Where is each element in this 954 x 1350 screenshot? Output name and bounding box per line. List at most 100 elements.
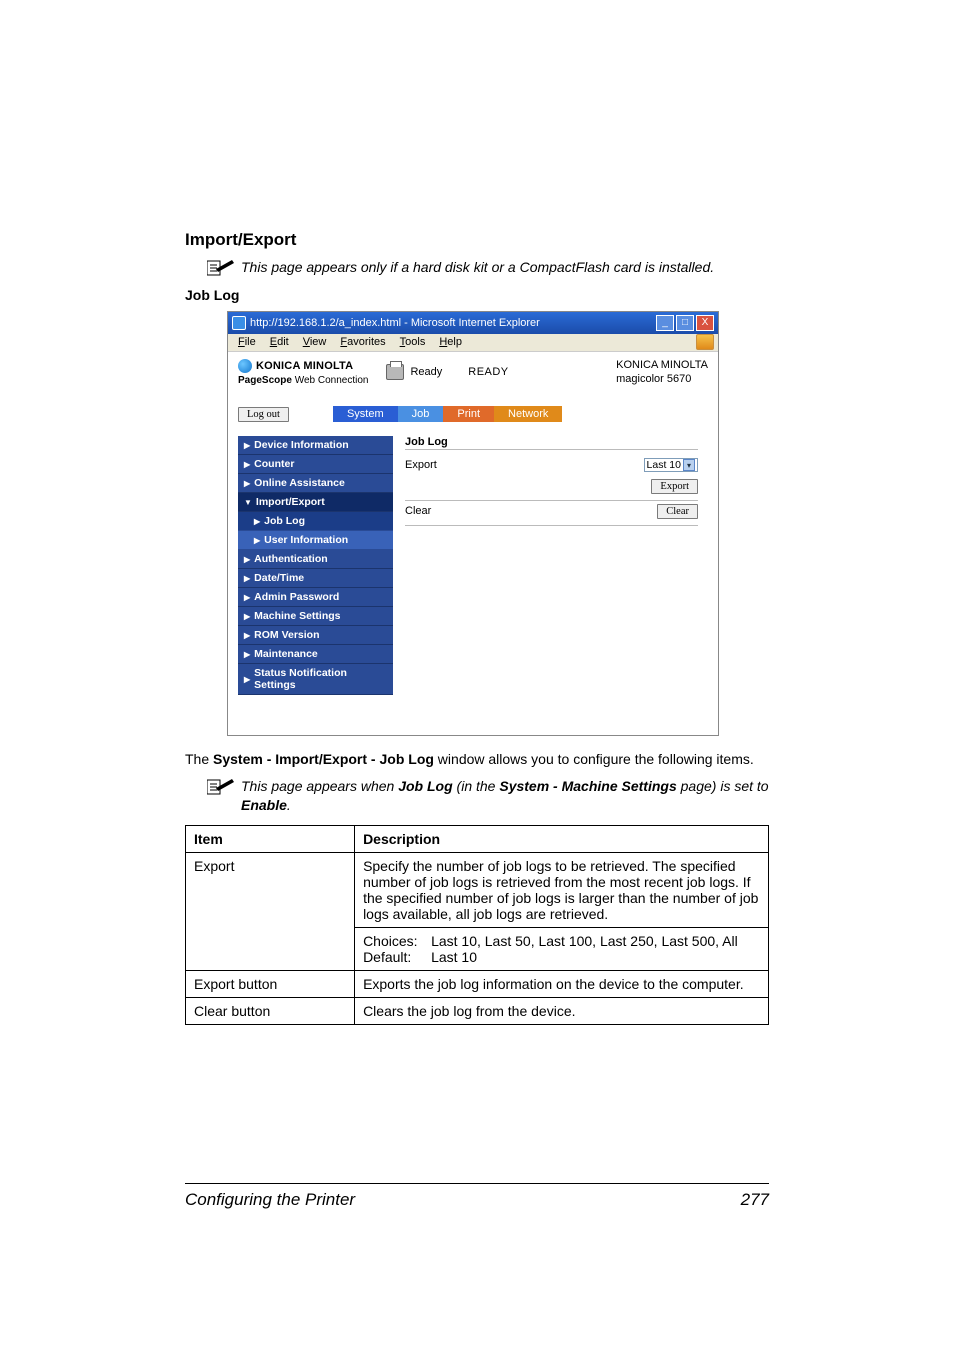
sidebar-item-online-assistance[interactable]: ▶Online Assistance: [238, 474, 393, 493]
chevron-right-icon: ▶: [244, 593, 250, 602]
sidebar-sub-user-info[interactable]: ▶User Information: [238, 531, 393, 550]
body-paragraph: The System - Import/Export - Job Log win…: [185, 750, 769, 770]
model-line1: KONICA MINOLTA: [616, 358, 708, 372]
export-button[interactable]: Export: [651, 479, 698, 494]
sidebar-item-machine-settings[interactable]: ▶Machine Settings: [238, 607, 393, 626]
ie-throbber-icon: [696, 334, 714, 350]
sidebar-item-import-export[interactable]: ▼Import/Export: [238, 493, 393, 512]
sidebar-item-label: User Information: [264, 534, 348, 546]
export-row: Export Last 10 ▾: [405, 458, 698, 472]
footer-title: Configuring the Printer: [185, 1190, 741, 1210]
td-clear-button-desc: Clears the job log from the device.: [355, 998, 769, 1025]
window-maximize-button[interactable]: □: [676, 315, 694, 331]
note-icon: [207, 258, 235, 276]
pagescope-label: PageScope Web Connection: [238, 375, 368, 386]
ie-icon: [232, 316, 246, 330]
page-footer: Configuring the Printer 277: [185, 1183, 769, 1210]
export-desc-text: Specify the number of job logs to be ret…: [363, 858, 760, 922]
sidebar-item-label: Job Log: [264, 515, 305, 527]
note2-pre: This page appears when: [241, 778, 398, 794]
menu-tools[interactable]: Tools: [394, 335, 432, 349]
description-table: Item Description Export Specify the numb…: [185, 825, 769, 1025]
sidebar-sub-job-log[interactable]: ▶Job Log: [238, 512, 393, 531]
tab-job[interactable]: Job: [398, 406, 444, 422]
tab-print[interactable]: Print: [443, 406, 494, 422]
chevron-right-icon: ▶: [244, 631, 250, 640]
chevron-right-icon: ▶: [244, 555, 250, 564]
divider: [405, 525, 698, 526]
note2-b1: Job Log: [398, 778, 452, 794]
sidebar-item-status-notification[interactable]: ▶Status Notification Settings: [238, 664, 393, 695]
clear-row: Clear Clear: [405, 505, 698, 517]
tab-system[interactable]: System: [333, 406, 398, 422]
sidebar-item-label: ROM Version: [254, 629, 319, 641]
note-text: This page appears only if a hard disk ki…: [241, 258, 714, 277]
window-close-button[interactable]: X: [696, 315, 714, 331]
menu-help[interactable]: Help: [433, 335, 468, 349]
pagescope-rest: Web Connection: [292, 375, 369, 386]
body-pre: The: [185, 751, 213, 767]
td-export-choices: Choices:Last 10, Last 50, Last 100, Last…: [355, 928, 769, 971]
footer-page-number: 277: [741, 1190, 769, 1210]
km-logo-text: KONICA MINOLTA: [256, 360, 353, 372]
sidebar-item-label: Date/Time: [254, 572, 304, 584]
menu-bar: File Edit View Favorites Tools Help: [228, 334, 718, 352]
window-title: http://192.168.1.2/a_index.html - Micros…: [250, 317, 656, 329]
pagescope-bold: PageScope: [238, 375, 292, 386]
ready-status: READY: [468, 366, 508, 378]
chevron-down-icon: ▼: [244, 498, 252, 507]
clear-button[interactable]: Clear: [657, 504, 698, 519]
sidebar-item-authentication[interactable]: ▶ Authentication: [238, 550, 393, 569]
export-label: Export: [405, 459, 505, 471]
sidebar-item-admin-password[interactable]: ▶Admin Password: [238, 588, 393, 607]
choices-value: Last 10, Last 50, Last 100, Last 250, La…: [431, 933, 738, 949]
km-logo: KONICA MINOLTA: [238, 359, 368, 373]
choices-label: Choices:: [363, 933, 431, 949]
tab-network[interactable]: Network: [494, 406, 562, 422]
window-titlebar: http://192.168.1.2/a_index.html - Micros…: [228, 312, 718, 334]
sidebar-item-label: Online Assistance: [254, 477, 345, 489]
clear-label: Clear: [405, 505, 505, 517]
default-label: Default:: [363, 949, 431, 965]
menu-edit[interactable]: Edit: [264, 335, 295, 349]
tab-strip: System Job Print Network: [333, 406, 562, 422]
export-count-select[interactable]: Last 10 ▾: [644, 458, 698, 472]
sidebar-item-counter[interactable]: ▶Counter: [238, 455, 393, 474]
logout-button[interactable]: Log out: [238, 407, 289, 422]
sidebar-item-date-time[interactable]: ▶Date/Time: [238, 569, 393, 588]
menu-view[interactable]: View: [297, 335, 333, 349]
note-hd-required: This page appears only if a hard disk ki…: [185, 258, 769, 277]
note2-mid2: page) is set to: [677, 778, 769, 794]
status-label: Ready: [410, 366, 442, 378]
body-post: window allows you to configure the follo…: [434, 751, 754, 767]
sidebar-item-label: Status Notification Settings: [254, 667, 387, 691]
note2-b3: Enable: [241, 797, 287, 813]
sidebar-item-device-info[interactable]: ▶Device Information: [238, 436, 393, 455]
window-minimize-button[interactable]: _: [656, 315, 674, 331]
sidebar-item-label: Authentication: [254, 553, 328, 565]
section-heading: Import/Export: [185, 230, 769, 250]
default-value: Last 10: [431, 949, 477, 965]
menu-favorites[interactable]: Favorites: [334, 335, 391, 349]
main-panel: Job Log Export Last 10 ▾ Export: [393, 436, 708, 734]
chevron-right-icon: ▶: [244, 460, 250, 469]
sidebar-item-rom-version[interactable]: ▶ ROM Version: [238, 626, 393, 645]
header-bar: KONICA MINOLTA PageScope Web Connection …: [238, 358, 708, 387]
th-item: Item: [186, 826, 355, 853]
sidebar-item-maintenance[interactable]: ▶Maintenance: [238, 645, 393, 664]
export-button-row: Export: [405, 480, 698, 492]
td-export-button-item: Export button: [186, 971, 355, 998]
menu-file[interactable]: File: [232, 335, 262, 349]
th-description: Description: [355, 826, 769, 853]
printer-icon: [386, 364, 404, 380]
chevron-right-icon: ▶: [244, 650, 250, 659]
sidebar: ▶Device Information ▶Counter ▶Online Ass…: [238, 436, 393, 734]
select-value: Last 10: [647, 459, 681, 471]
chevron-right-icon: ▶: [244, 612, 250, 621]
panel-title: Job Log: [405, 436, 698, 450]
td-clear-button-item: Clear button: [186, 998, 355, 1025]
note-joblog-enable: This page appears when Job Log (in the S…: [185, 777, 769, 815]
note2-b2: System - Machine Settings: [499, 778, 676, 794]
td-export-button-desc: Exports the job log information on the d…: [355, 971, 769, 998]
note2-post: .: [287, 797, 291, 813]
